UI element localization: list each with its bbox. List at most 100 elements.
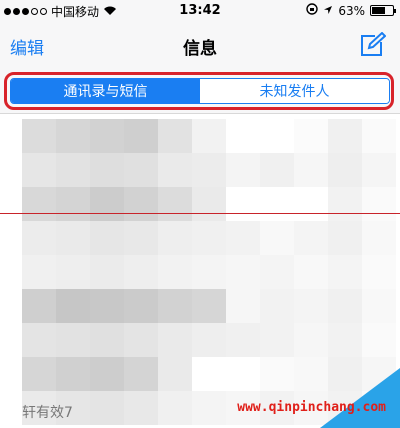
pixel-block xyxy=(260,153,294,187)
status-bar: 中国移动 13:42 63% xyxy=(0,0,400,22)
battery-percent: 63% xyxy=(338,3,365,18)
pixel-block xyxy=(226,153,260,187)
pixel-block xyxy=(22,357,56,391)
pixel-block xyxy=(22,221,56,255)
pixel-block xyxy=(226,119,260,153)
battery-fill xyxy=(372,7,385,14)
pixel-block xyxy=(124,323,158,357)
pixel-block xyxy=(158,187,192,221)
status-right: 63% xyxy=(306,3,396,18)
segmented-control: 通讯录与短信 未知发件人 xyxy=(10,78,390,104)
pixel-block xyxy=(192,391,226,425)
page-title: 信息 xyxy=(183,39,217,59)
pixel-block xyxy=(294,221,328,255)
pixel-block xyxy=(90,289,124,323)
pixel-block xyxy=(158,357,192,391)
watermark-text: www.qinpinchang.com xyxy=(237,400,386,415)
pixel-block xyxy=(226,357,260,391)
pixel-block xyxy=(124,357,158,391)
red-divider-line xyxy=(0,213,400,214)
pixel-block xyxy=(260,357,294,391)
pixel-block xyxy=(294,289,328,323)
pixel-block xyxy=(260,289,294,323)
pixel-block xyxy=(226,323,260,357)
pixel-block xyxy=(158,255,192,289)
pixel-block xyxy=(192,119,226,153)
pixel-block xyxy=(90,153,124,187)
pixel-block xyxy=(260,119,294,153)
pixel-block xyxy=(158,323,192,357)
pixel-block xyxy=(192,187,226,221)
pixel-block xyxy=(260,255,294,289)
pixel-block xyxy=(22,289,56,323)
pixel-block xyxy=(124,391,158,425)
pixel-block xyxy=(294,187,328,221)
pixel-block xyxy=(90,221,124,255)
pixel-block xyxy=(328,255,362,289)
pixel-block xyxy=(124,289,158,323)
pixel-block xyxy=(362,153,396,187)
pixel-block xyxy=(56,323,90,357)
pixel-block xyxy=(90,187,124,221)
pixel-block xyxy=(328,221,362,255)
pixel-block xyxy=(22,119,56,153)
pixel-block xyxy=(56,289,90,323)
pixel-block xyxy=(294,255,328,289)
pixel-block xyxy=(328,187,362,221)
pixel-block xyxy=(90,255,124,289)
pixel-block xyxy=(328,323,362,357)
pixel-block xyxy=(192,221,226,255)
pixel-block xyxy=(192,323,226,357)
pixel-block xyxy=(56,153,90,187)
pixel-block xyxy=(158,153,192,187)
pixel-block xyxy=(158,119,192,153)
pixel-block xyxy=(226,187,260,221)
pixel-block xyxy=(124,221,158,255)
pixel-block xyxy=(226,221,260,255)
pixel-block xyxy=(158,289,192,323)
pixel-block xyxy=(192,153,226,187)
pixel-block xyxy=(124,119,158,153)
pixel-block xyxy=(328,153,362,187)
pixel-block xyxy=(56,119,90,153)
pixel-block xyxy=(22,153,56,187)
pixel-block xyxy=(56,255,90,289)
pixel-block xyxy=(260,221,294,255)
corner-decoration xyxy=(320,368,400,428)
pixel-block xyxy=(260,187,294,221)
pixel-block xyxy=(124,153,158,187)
pixel-block xyxy=(362,221,396,255)
segmented-control-area: 通讯录与短信 未知发件人 xyxy=(0,70,400,114)
pixel-block xyxy=(22,323,56,357)
pixel-block xyxy=(294,119,328,153)
pixel-block xyxy=(56,357,90,391)
pixel-block xyxy=(328,119,362,153)
pixel-block xyxy=(56,187,90,221)
pixel-block xyxy=(362,255,396,289)
list-footer-text: 轩有效7 xyxy=(22,405,73,421)
nav-bar: 编辑 信息 xyxy=(0,22,400,70)
pixel-block xyxy=(294,323,328,357)
pixel-block xyxy=(158,221,192,255)
pixel-block xyxy=(90,119,124,153)
pixel-block xyxy=(226,255,260,289)
pixel-block xyxy=(294,153,328,187)
pixel-block xyxy=(90,391,124,425)
location-icon xyxy=(323,4,333,18)
pixel-block xyxy=(124,187,158,221)
compose-button[interactable] xyxy=(358,31,387,58)
pixel-block xyxy=(158,391,192,425)
tab-unknown-senders[interactable]: 未知发件人 xyxy=(200,79,389,103)
pixel-block xyxy=(328,289,362,323)
pixel-block xyxy=(260,323,294,357)
pixel-block xyxy=(22,187,56,221)
pixel-block xyxy=(192,255,226,289)
tab-contacts-sms[interactable]: 通讯录与短信 xyxy=(11,79,200,103)
rotation-lock-icon xyxy=(306,3,319,18)
compose-icon xyxy=(361,31,387,56)
battery-icon xyxy=(370,5,396,16)
pixel-block xyxy=(192,357,226,391)
pixel-block xyxy=(226,289,260,323)
pixel-block xyxy=(362,323,396,357)
pixel-block xyxy=(124,255,158,289)
